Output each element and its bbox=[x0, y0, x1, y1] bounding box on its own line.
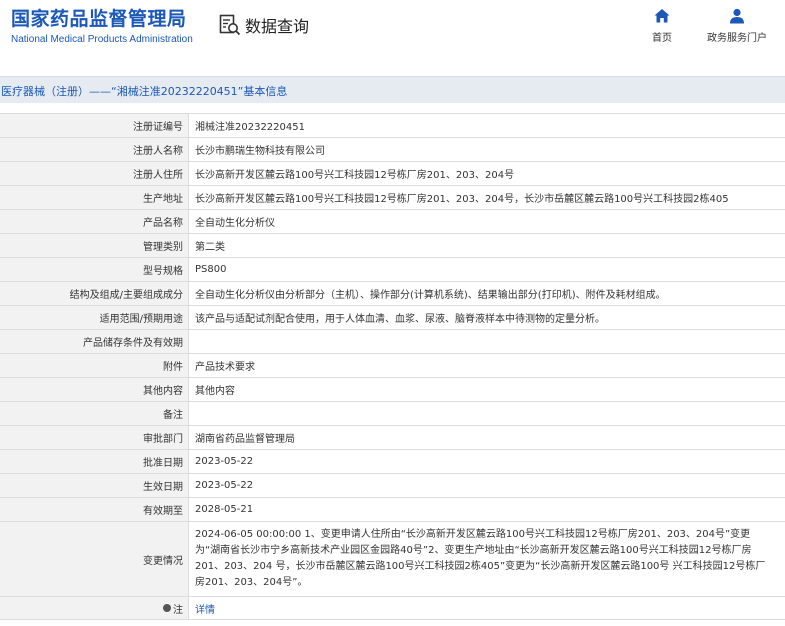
nav-home[interactable]: 首页 bbox=[652, 8, 672, 44]
table-row: 有效期至 2028-05-21 bbox=[0, 498, 785, 522]
table-row: 注册人住所 长沙高新开发区麓云路100号兴工科技园12号栋厂房201、203、20… bbox=[0, 162, 785, 186]
row-value: 第二类 bbox=[195, 242, 225, 253]
row-label: 其他内容 bbox=[0, 378, 189, 401]
row-label: 备注 bbox=[0, 402, 189, 425]
table-row: 注册证编号 湘械注准20232220451 bbox=[0, 114, 785, 138]
site-header: 国家药品监督管理局 National Medical Products Admi… bbox=[0, 0, 785, 76]
record-title: 医疗器械（注册）——“湘械注准20232220451”基本信息 bbox=[1, 85, 288, 98]
row-value: 全自动生化分析仪 bbox=[195, 218, 275, 229]
brand-name-cn: 国家药品监督管理局 bbox=[11, 8, 187, 30]
data-query-label: 数据查询 bbox=[245, 17, 310, 36]
row-value: 2028-05-21 bbox=[195, 504, 254, 515]
user-icon bbox=[730, 8, 744, 24]
record-title-bar: 医疗器械（注册）——“湘械注准20232220451”基本信息 bbox=[0, 76, 785, 103]
table-row: 产品储存条件及有效期 bbox=[0, 330, 785, 354]
table-row: 管理类别 第二类 bbox=[0, 234, 785, 258]
row-value bbox=[189, 330, 785, 353]
row-value: 全自动生化分析仪由分析部分（主机）、操作部分(计算机系统)、结果输出部分(打印机… bbox=[195, 290, 666, 301]
note-label: 注 bbox=[173, 604, 183, 616]
details-link[interactable]: 详情 bbox=[195, 601, 215, 616]
row-value: 长沙高新开发区麓云路100号兴工科技园12号栋厂房201、203、204号 bbox=[195, 170, 515, 181]
table-row: 产品名称 全自动生化分析仪 bbox=[0, 210, 785, 234]
data-query-title[interactable]: 数据查询 bbox=[219, 13, 309, 37]
info-table: 注册证编号 湘械注准20232220451 注册人名称 长沙市鹏瑞生物科技有限公司 注册… bbox=[0, 113, 785, 620]
row-label: 型号规格 bbox=[0, 258, 189, 281]
row-label: 审批部门 bbox=[0, 426, 189, 449]
row-label: 变更情况 bbox=[0, 522, 189, 596]
data-query-icon bbox=[219, 14, 241, 36]
nav-gov-portal[interactable]: 政务服务门户 bbox=[707, 8, 767, 44]
row-label: 适用范围/预期用途 bbox=[0, 306, 189, 329]
table-row: 审批部门 湖南省药品监督管理局 bbox=[0, 426, 785, 450]
row-value: 湘械注准20232220451 bbox=[195, 122, 305, 133]
row-label: 注册人名称 bbox=[0, 138, 189, 161]
table-row: 备注 bbox=[0, 402, 785, 426]
row-value bbox=[189, 402, 785, 425]
row-value: 该产品与适配试剂配合使用，用于人体血清、血浆、尿液、脑脊液样本中待测物的定量分析… bbox=[195, 314, 605, 325]
row-label: 批准日期 bbox=[0, 450, 189, 473]
row-label: 管理类别 bbox=[0, 234, 189, 257]
row-value: PS800 bbox=[195, 264, 227, 275]
table-row-change: 变更情况 2024-06-05 00:00:00 1、变更申请人住所由“长沙高新… bbox=[0, 522, 785, 597]
row-label: 生效日期 bbox=[0, 474, 189, 497]
row-label: 生产地址 bbox=[0, 186, 189, 209]
table-row: 型号规格 PS800 bbox=[0, 258, 785, 282]
row-value: 长沙高新开发区麓云路100号兴工科技园12号栋厂房201、203、204号，长沙… bbox=[195, 194, 729, 205]
table-row-note: 注 详情 bbox=[0, 597, 785, 620]
row-value: 其他内容 bbox=[195, 386, 235, 397]
nav-gov-portal-label: 政务服务门户 bbox=[707, 33, 767, 44]
row-value-note: 详情 bbox=[189, 597, 785, 619]
row-label: 产品名称 bbox=[0, 210, 189, 233]
table-row: 其他内容 其他内容 bbox=[0, 378, 785, 402]
row-value: 2023-05-22 bbox=[195, 456, 254, 467]
home-icon bbox=[654, 9, 670, 23]
row-value: 产品技术要求 bbox=[195, 362, 255, 373]
row-label: 注册人住所 bbox=[0, 162, 189, 185]
nav-home-label: 首页 bbox=[652, 33, 672, 44]
row-label: 注册证编号 bbox=[0, 114, 189, 137]
table-row: 附件 产品技术要求 bbox=[0, 354, 785, 378]
row-value: 长沙市鹏瑞生物科技有限公司 bbox=[195, 146, 325, 157]
brand-logo[interactable]: 国家药品监督管理局 National Medical Products Admi… bbox=[11, 8, 193, 45]
table-row: 适用范围/预期用途 该产品与适配试剂配合使用，用于人体血清、血浆、尿液、脑脊液样本… bbox=[0, 306, 785, 330]
brand-name-en: National Medical Products Administration bbox=[11, 34, 193, 45]
table-row: 批准日期 2023-05-22 bbox=[0, 450, 785, 474]
table-row: 结构及组成/主要组成成分 全自动生化分析仪由分析部分（主机）、操作部分(计算机系统… bbox=[0, 282, 785, 306]
row-value: 湖南省药品监督管理局 bbox=[195, 434, 295, 445]
table-row: 生效日期 2023-05-22 bbox=[0, 474, 785, 498]
row-label: 有效期至 bbox=[0, 498, 189, 521]
row-label: 结构及组成/主要组成成分 bbox=[0, 282, 189, 305]
row-label: 产品储存条件及有效期 bbox=[0, 330, 189, 353]
row-label: 附件 bbox=[0, 354, 189, 377]
table-row: 生产地址 长沙高新开发区麓云路100号兴工科技园12号栋厂房201、203、204… bbox=[0, 186, 785, 210]
note-dot-icon bbox=[163, 604, 171, 612]
row-label-note: 注 bbox=[0, 597, 189, 619]
table-row: 注册人名称 长沙市鹏瑞生物科技有限公司 bbox=[0, 138, 785, 162]
row-value: 2023-05-22 bbox=[195, 480, 254, 491]
row-value: 2024-06-05 00:00:00 1、变更申请人住所由“长沙高新开发区麓云… bbox=[195, 529, 766, 588]
